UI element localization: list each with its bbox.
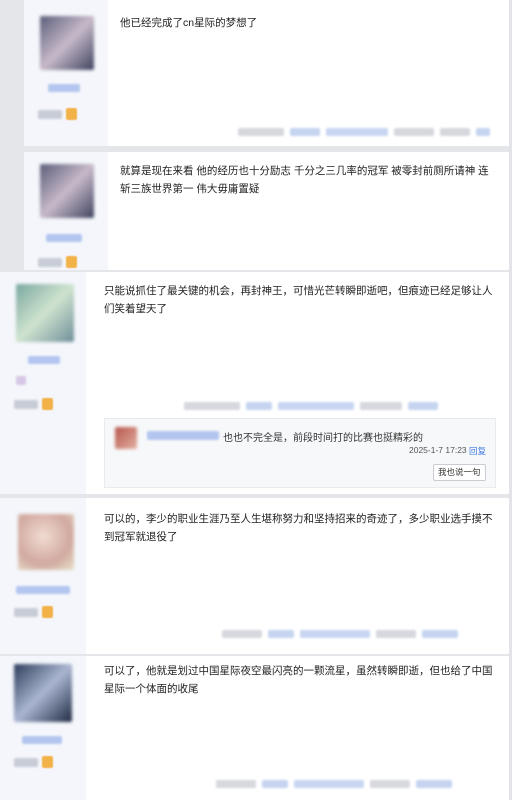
reply-username[interactable] [147, 431, 219, 440]
avatar[interactable] [40, 164, 94, 218]
post-2: 就算是现在来看 他的经历也十分励志 千分之三几率的冠军 被零封前厕所请神 连斩三… [24, 152, 512, 270]
post-tail [216, 780, 452, 788]
avatar[interactable] [14, 664, 72, 722]
reply-text: 也也不完全是，前段时间打的比赛也挺精彩的 [223, 433, 423, 444]
level-badge [14, 756, 53, 768]
post-content: 可以的，李少的职业生涯乃至人生堪称努力和坚持招来的奇迹了，多少职业选手摸不到冠军… [104, 513, 493, 543]
post-content: 可以了，他就是划过中国星际夜空最闪亮的一颗流星，虽然转瞬即逝，但也给了中国星际一… [104, 665, 493, 695]
level-badge [38, 108, 77, 120]
username[interactable] [46, 234, 82, 242]
post-tail [222, 630, 458, 638]
post-5: 可以了，他就是划过中国星际夜空最闪亮的一颗流星，虽然转瞬即逝，但也给了中国星际一… [0, 656, 512, 800]
username[interactable] [48, 84, 80, 92]
reply-box: 也也不完全是，前段时间打的比赛也挺精彩的 2025-1-7 17:23 回复 我… [104, 418, 496, 488]
badge-icon [66, 108, 77, 120]
username[interactable] [22, 736, 62, 744]
badge-icon [66, 256, 77, 268]
post-tail [238, 128, 490, 136]
reply-action[interactable]: 回复 [469, 445, 486, 457]
reply-time: 2025-1-7 17:23 [409, 445, 467, 455]
badge-icon [42, 756, 53, 768]
avatar[interactable] [18, 514, 74, 570]
level-badge [14, 606, 53, 618]
username[interactable] [28, 356, 60, 364]
post-content: 就算是现在来看 他的经历也十分励志 千分之三几率的冠军 被零封前厕所请神 连斩三… [120, 165, 489, 195]
username[interactable] [16, 586, 70, 594]
post-1: 他已经完成了cn星际的梦想了 [24, 0, 512, 146]
reply-avatar[interactable] [115, 427, 137, 449]
avatar[interactable] [16, 284, 74, 342]
avatar[interactable] [40, 16, 94, 70]
post-4: 可以的，李少的职业生涯乃至人生堪称努力和坚持招来的奇迹了，多少职业选手摸不到冠军… [0, 498, 512, 654]
post-3: 只能说抓住了最关键的机会，再封神王，可惜光芒转瞬即逝吧，但痕迹已经足够让人们笑着… [0, 272, 512, 494]
level-badge [14, 398, 53, 410]
badge-icon [42, 606, 53, 618]
badge-icon [42, 398, 53, 410]
post-content: 他已经完成了cn星际的梦想了 [120, 17, 258, 29]
post-tail [184, 402, 438, 410]
post-content: 只能说抓住了最关键的机会，再封神王，可惜光芒转瞬即逝吧，但痕迹已经足够让人们笑着… [104, 285, 493, 315]
level-badge [38, 256, 77, 268]
say-button[interactable]: 我也说一句 [433, 464, 486, 481]
tag [16, 376, 26, 385]
